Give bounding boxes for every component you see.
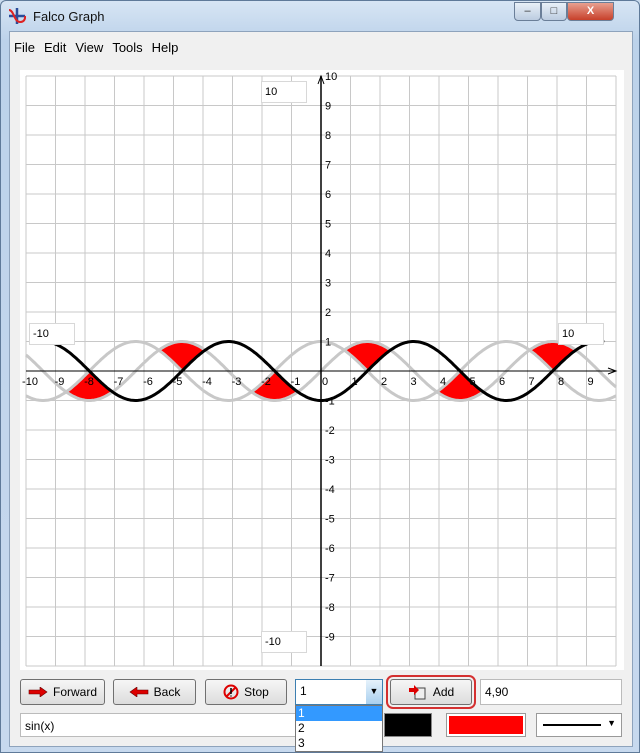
close-button[interactable]: X	[567, 2, 614, 21]
menu-help[interactable]: Help	[152, 40, 179, 55]
x-tick-label: -7	[114, 376, 124, 388]
stop-icon	[223, 684, 239, 700]
x-tick-label: -9	[55, 376, 65, 388]
maximize-button[interactable]: □	[541, 2, 567, 21]
y-tick-label: 4	[325, 248, 331, 260]
stop-button[interactable]: Stop	[205, 679, 287, 705]
app-logo-icon	[8, 8, 26, 24]
app-window: Falco Graph ‒ □ X File Edit View Tools H…	[0, 0, 640, 753]
x-tick-label: -8	[84, 376, 94, 388]
y-tick-label: -3	[325, 455, 335, 467]
combo-dropdown-list: 1 2 3	[295, 705, 383, 752]
x-tick-label: 2	[381, 376, 387, 388]
y-tick-label: -9	[325, 632, 335, 644]
line-style-preview	[543, 724, 601, 726]
y-tick-label: 1	[325, 337, 331, 349]
y-tick-label: -2	[325, 425, 335, 437]
client-area: File Edit View Tools Help -10 -9 -8 -7 -6 -5-…	[9, 31, 633, 752]
x-tick-label: 5	[469, 376, 475, 388]
y-tick-label: 9	[325, 101, 331, 113]
x-max-box[interactable]: 10	[558, 323, 604, 345]
y-tick-label: -8	[325, 602, 335, 614]
value-field[interactable]: 4,90	[480, 679, 622, 705]
minimize-button[interactable]: ‒	[514, 2, 541, 21]
line-color-swatch[interactable]	[384, 713, 432, 737]
x-tick-label: 7	[528, 376, 534, 388]
x-tick-label: -2	[261, 376, 271, 388]
y-tick-label: -5	[325, 514, 335, 526]
arrow-left-icon	[129, 687, 148, 697]
x-tick-label: 0	[322, 376, 328, 388]
y-tick-label: 10	[325, 71, 337, 83]
forward-label: Forward	[52, 685, 97, 699]
y-tick-label: 5	[325, 219, 331, 231]
combo-value: 1	[300, 684, 307, 698]
x-tick-label: -10	[22, 376, 38, 388]
x-tick-label: 4	[440, 376, 446, 388]
add-button[interactable]: Add	[386, 675, 476, 709]
x-tick-label: -1	[291, 376, 301, 388]
menu-view[interactable]: View	[75, 40, 103, 55]
menu-file[interactable]: File	[14, 40, 35, 55]
y-min-box[interactable]: -10	[261, 631, 307, 653]
x-tick-label: 1	[351, 376, 357, 388]
y-tick-label: -1	[325, 396, 335, 408]
y-tick-label: -7	[325, 573, 335, 585]
menu-bar: File Edit View Tools Help	[14, 40, 178, 55]
function-input[interactable]: sin(x)	[20, 713, 300, 737]
x-min-box[interactable]: -10	[29, 323, 75, 345]
x-tick-label: 3	[410, 376, 416, 388]
window-title: Falco Graph	[33, 9, 105, 24]
plot-svg: -10 -9 -8 -7 -6 -5 -4 -3 -2 -1 0 1 2 3 4 5 6 7 8 9109876543…	[22, 71, 618, 667]
x-tick-label: -3	[232, 376, 242, 388]
back-label: Back	[153, 685, 181, 699]
chevron-down-icon[interactable]: ▼	[366, 680, 382, 704]
forward-button[interactable]: Forward	[20, 679, 105, 705]
graph-canvas[interactable]: -10 -9 -8 -7 -6 -5 -4 -3 -2 -1 0 1 2 3 4 5 6 7 8 9 10 9 8 7 6 5 4 3…	[20, 70, 624, 670]
y-tick-label: -4	[325, 484, 335, 496]
combo-option[interactable]: 2	[296, 721, 382, 736]
menu-tools[interactable]: Tools	[112, 40, 142, 55]
arrow-right-icon	[28, 687, 48, 697]
stop-label: Stop	[244, 685, 269, 699]
combo-option[interactable]: 3	[296, 736, 382, 751]
y-max-box[interactable]: 10	[261, 81, 307, 103]
chevron-down-icon: ▼	[607, 718, 616, 728]
x-tick-label: -4	[202, 376, 212, 388]
menu-edit[interactable]: Edit	[44, 40, 66, 55]
fill-color-swatch[interactable]	[446, 713, 526, 737]
function-index-combo[interactable]: 1 ▼	[295, 679, 383, 705]
x-tick-label: -6	[143, 376, 153, 388]
x-tick-label: 8	[558, 376, 564, 388]
line-style-dropdown[interactable]: ▼	[536, 713, 622, 737]
y-tick-label: 3	[325, 278, 331, 290]
combo-option[interactable]: 1	[296, 706, 382, 721]
x-tick-label: 9	[587, 376, 593, 388]
add-label: Add	[432, 685, 455, 699]
y-tick-label: 2	[325, 307, 331, 319]
x-tick-label: -5	[173, 376, 183, 388]
y-tick-label: 7	[325, 160, 331, 172]
y-tick-label: 6	[325, 189, 331, 201]
y-tick-label: -6	[325, 543, 335, 555]
x-tick-label: 6	[499, 376, 505, 388]
y-tick-label: 8	[325, 130, 331, 142]
add-function-icon	[408, 685, 426, 700]
back-button[interactable]: Back	[113, 679, 196, 705]
